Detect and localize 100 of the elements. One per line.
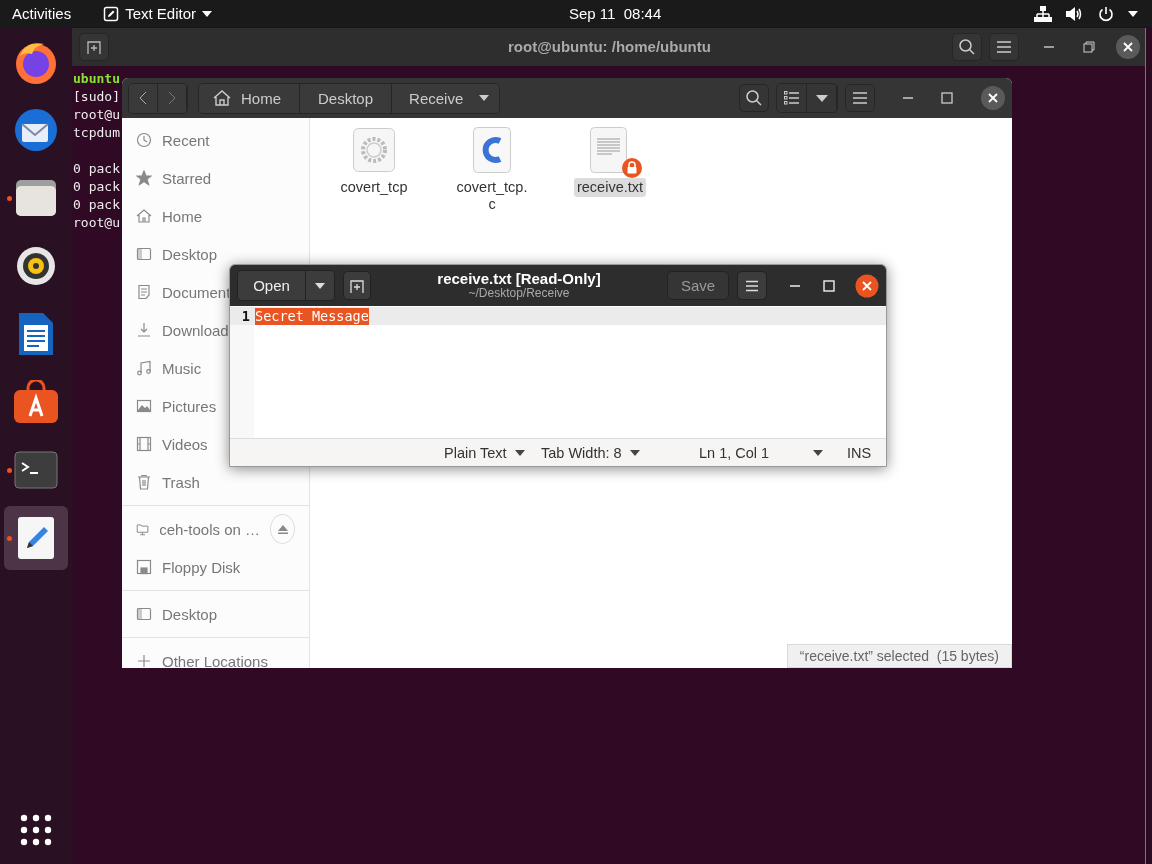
close-button[interactable] <box>980 85 1006 111</box>
terminal-line: ubuntu <box>73 71 120 86</box>
new-tab-button[interactable] <box>343 271 371 300</box>
sidebar-label: Starred <box>162 169 212 187</box>
caret-icon[interactable] <box>1128 10 1138 17</box>
language-selector[interactable]: Plain Text <box>444 445 525 461</box>
sidebar-item[interactable]: Recent <box>122 121 212 159</box>
sidebar-icon <box>136 521 150 537</box>
caret-icon <box>479 95 490 101</box>
sidebar-icon <box>136 474 152 490</box>
sidebar-icon <box>136 606 152 622</box>
clock[interactable]: Sep 11 08:44 <box>569 5 662 22</box>
minimize-button[interactable] <box>902 96 914 100</box>
sidebar-label: Music <box>162 359 202 377</box>
text-file-icon[interactable] <box>590 127 630 173</box>
close-button[interactable] <box>1115 34 1141 60</box>
speaker-icon[interactable] <box>16 246 56 286</box>
app-menu[interactable]: Text Editor <box>103 5 213 22</box>
sidebar-item[interactable]: Other Locations <box>122 642 270 668</box>
terminal-line: root@u <box>73 107 120 122</box>
sidebar-label: Desktop <box>162 245 218 263</box>
document-icon[interactable] <box>17 311 55 357</box>
app-menu-label: Text Editor <box>125 5 197 22</box>
folder-icon[interactable] <box>14 178 58 218</box>
volume-icon[interactable] <box>1066 5 1084 22</box>
insert-mode: INS <box>847 445 872 461</box>
sidebar-item[interactable]: Music <box>122 349 204 387</box>
restore-button[interactable] <box>1083 41 1095 53</box>
sidebar-label: Videos <box>162 435 208 453</box>
sidebar-icon <box>136 653 152 668</box>
sidebar-item[interactable]: Desktop <box>122 595 220 633</box>
path-button[interactable]: Receive <box>392 83 500 113</box>
sidebar-label: Home <box>162 207 202 225</box>
c-source-file-icon[interactable] <box>473 127 511 173</box>
sidebar-item[interactable]: ceh-tools on … <box>122 510 309 548</box>
terminal-line: 0 pack <box>73 179 120 194</box>
menu-button[interactable] <box>989 33 1019 61</box>
sidebar-icon <box>136 398 152 414</box>
terminal-icon[interactable] <box>14 451 58 489</box>
terminal-line: [sudo] <box>73 89 120 104</box>
eject-icon <box>277 524 288 534</box>
menu-icon <box>745 279 759 292</box>
menu-button[interactable] <box>845 84 875 112</box>
network-icon[interactable] <box>1034 5 1052 22</box>
sidebar-icon <box>136 360 152 376</box>
menu-icon <box>996 40 1012 54</box>
search-button[interactable] <box>739 84 769 112</box>
activities-button[interactable]: Activities <box>12 5 72 22</box>
mail-icon[interactable] <box>12 106 60 154</box>
pencil-icon <box>103 5 120 22</box>
text-editor-icon[interactable] <box>17 516 55 560</box>
sidebar-icon <box>136 284 152 300</box>
minimize-button[interactable] <box>1043 45 1055 49</box>
list-view-button[interactable] <box>777 84 807 112</box>
tab-width-selector[interactable]: Tab Width: 8 <box>541 445 640 461</box>
window-subtitle: ~/Desktop/Receive <box>468 285 570 301</box>
new-tab-button[interactable] <box>79 33 109 61</box>
cursor-position-selector[interactable]: Ln 1, Col 1 <box>699 445 824 461</box>
caret-icon <box>315 282 325 289</box>
caret-icon <box>813 450 824 456</box>
sidebar-item[interactable]: Document <box>122 273 233 311</box>
menu-icon <box>852 91 868 105</box>
window-title: receive.txt [Read-Only] <box>437 270 601 286</box>
window-title: root@ubuntu: /home/ubuntu <box>508 38 711 55</box>
sidebar-label: Other Locations <box>162 652 268 668</box>
terminal-line: 0 pack <box>73 197 120 212</box>
dock-active-app[interactable] <box>4 506 68 570</box>
power-icon[interactable] <box>1098 5 1114 22</box>
sidebar-label: Trash <box>162 473 200 491</box>
menu-button[interactable] <box>737 271 767 300</box>
path-button[interactable]: Desktop <box>300 83 393 113</box>
close-button[interactable] <box>855 273 879 298</box>
sidebar-icon <box>136 436 152 452</box>
maximize-button[interactable] <box>941 92 953 104</box>
search-button[interactable] <box>952 33 982 61</box>
sidebar-item[interactable]: Home <box>122 197 204 235</box>
sidebar-item[interactable]: Starred <box>122 159 214 197</box>
sidebar-icon <box>136 559 152 575</box>
app-grid-icon[interactable] <box>20 814 52 846</box>
new-tab-icon <box>86 39 102 55</box>
sidebar-label: Recent <box>162 131 210 149</box>
sidebar-item[interactable]: Videos <box>122 425 210 463</box>
file-name[interactable]: receive.txt <box>573 178 647 197</box>
sidebar-item[interactable]: Trash <box>122 463 202 501</box>
sidebar-item[interactable]: Desktop <box>122 235 220 273</box>
caret-icon <box>629 450 640 456</box>
sidebar-label: ceh-tools on … <box>159 520 260 538</box>
open-menu-button[interactable] <box>306 271 334 300</box>
status-overlay: “receive.txt” selected (15 bytes) <box>786 644 1012 668</box>
sidebar-item[interactable]: Floppy Disk <box>122 548 243 586</box>
open-button[interactable]: Open <box>238 271 306 300</box>
terminal-line: 0 pack <box>73 161 120 176</box>
sidebar-item[interactable]: Pictures <box>122 387 219 425</box>
path-button[interactable]: Home <box>199 83 300 113</box>
sidebar-icon <box>136 322 152 338</box>
search-icon <box>745 89 763 107</box>
sidebar-item[interactable]: Download <box>122 311 231 349</box>
shopping-bag-icon[interactable] <box>13 380 59 424</box>
file-name[interactable]: covert_tcp.c <box>451 178 533 214</box>
file-name[interactable]: covert_tcp <box>337 178 411 197</box>
